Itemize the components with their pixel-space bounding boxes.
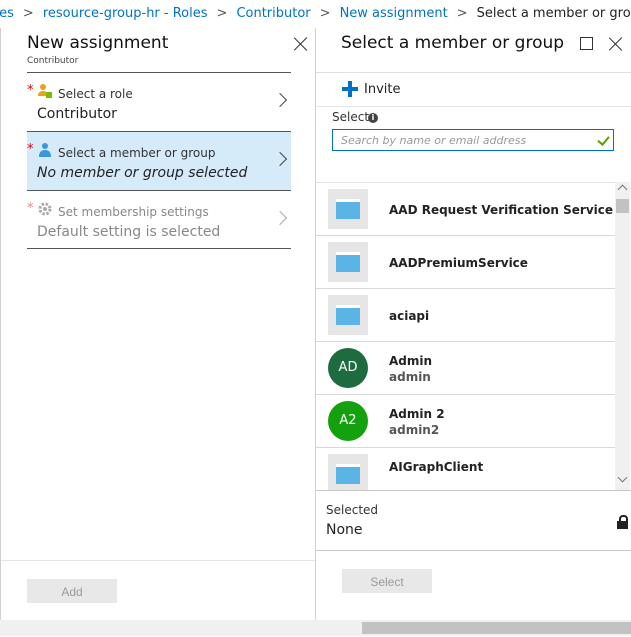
list-item[interactable]: A2 Admin 2 admin2 [316, 395, 615, 448]
item-name: AAD Request Verification Service - PROD [389, 203, 615, 217]
application-icon [328, 189, 368, 229]
selected-members-area: Selected None [316, 490, 631, 551]
list-item[interactable]: aciapi [316, 289, 615, 342]
breadcrumb-separator: > [22, 6, 34, 21]
item-name: AADPremiumService [389, 256, 528, 270]
add-button[interactable]: Add [27, 579, 117, 603]
assignment-form: * Select a role Contributor * Select a m [27, 72, 291, 249]
item-name: Admin 2 [389, 407, 445, 421]
member-results-list: AAD Request Verification Service - PROD … [316, 182, 615, 491]
scroll-thumb[interactable] [616, 199, 629, 213]
required-marker: * [27, 83, 34, 98]
close-icon[interactable] [608, 36, 624, 52]
search-input[interactable] [333, 130, 601, 150]
application-icon [328, 295, 368, 335]
role-icon [37, 83, 53, 99]
membership-settings-value: Default setting is selected [37, 224, 221, 240]
breadcrumb-item-roles[interactable]: resource-group-hr - Roles [43, 6, 208, 21]
list-item[interactable]: AIGraphClient [316, 448, 615, 491]
list-item[interactable]: AAD Request Verification Service - PROD [316, 183, 615, 236]
lock-icon [617, 515, 628, 529]
breadcrumb: ces > resource-group-hr - Roles > Contri… [0, 0, 631, 29]
chevron-right-icon [272, 210, 288, 226]
select-role-value: Contributor [37, 106, 117, 122]
chevron-right-icon [272, 92, 288, 108]
vertical-scrollbar[interactable] [615, 182, 630, 490]
breadcrumb-item-resources[interactable]: ces [0, 6, 14, 21]
scroll-thumb[interactable] [362, 622, 631, 634]
scroll-down-icon[interactable] [617, 472, 628, 483]
select-member-row[interactable]: * Select a member or group No member or … [27, 131, 291, 190]
selected-value: None [326, 522, 363, 538]
close-icon[interactable] [293, 36, 309, 52]
blade-title: New assignment [27, 33, 169, 53]
blade-title: Select a member or group [341, 33, 565, 53]
list-item[interactable]: AD Admin admin [316, 342, 615, 395]
required-marker: * [27, 142, 34, 157]
list-item[interactable]: AADPremiumService [316, 236, 615, 289]
breadcrumb-separator: > [216, 6, 228, 21]
invite-label: Invite [364, 81, 401, 97]
item-username: admin [389, 370, 431, 384]
item-name: AIGraphClient [389, 460, 484, 474]
application-icon [328, 454, 368, 491]
gear-icon [37, 201, 53, 217]
horizontal-scrollbar[interactable] [0, 620, 631, 636]
breadcrumb-current: Select a member or group [476, 6, 631, 21]
avatar: A2 [328, 401, 368, 441]
scroll-up-icon[interactable] [617, 184, 628, 195]
blade-subtitle: Contributor [27, 56, 79, 66]
divider [316, 106, 631, 107]
breadcrumb-separator: > [456, 6, 468, 21]
item-username: admin2 [389, 423, 440, 437]
info-icon[interactable]: i [368, 113, 378, 123]
invite-button[interactable]: Invite [342, 81, 400, 97]
required-marker: * [27, 201, 34, 216]
search-field [332, 129, 614, 151]
plus-icon [342, 81, 358, 97]
select-button[interactable]: Select [342, 569, 432, 593]
membership-settings-label: Set membership settings [58, 205, 209, 219]
select-member-value: No member or group selected [37, 165, 248, 181]
item-name: Admin [389, 354, 433, 368]
membership-settings-row: * Set membership settings Default settin… [27, 190, 291, 249]
item-name: aciapi [389, 309, 430, 323]
divider [316, 72, 631, 73]
select-role-label: Select a role [58, 87, 133, 101]
maximize-icon[interactable] [580, 37, 593, 50]
application-icon [328, 242, 368, 282]
new-assignment-blade: New assignment Contributor * Select a ro… [0, 28, 315, 636]
avatar: AD [328, 348, 368, 388]
select-member-blade: Select a member or group Invite Select i… [315, 28, 631, 636]
select-member-label: Select a member or group [58, 146, 216, 160]
user-icon [37, 142, 53, 158]
breadcrumb-separator: > [319, 6, 331, 21]
select-role-row[interactable]: * Select a role Contributor [27, 72, 291, 131]
select-label: Select [332, 110, 370, 124]
selected-label: Selected [326, 503, 379, 517]
breadcrumb-item-contributor[interactable]: Contributor [236, 6, 310, 21]
chevron-right-icon [272, 151, 288, 167]
breadcrumb-item-new-assignment[interactable]: New assignment [340, 6, 448, 21]
